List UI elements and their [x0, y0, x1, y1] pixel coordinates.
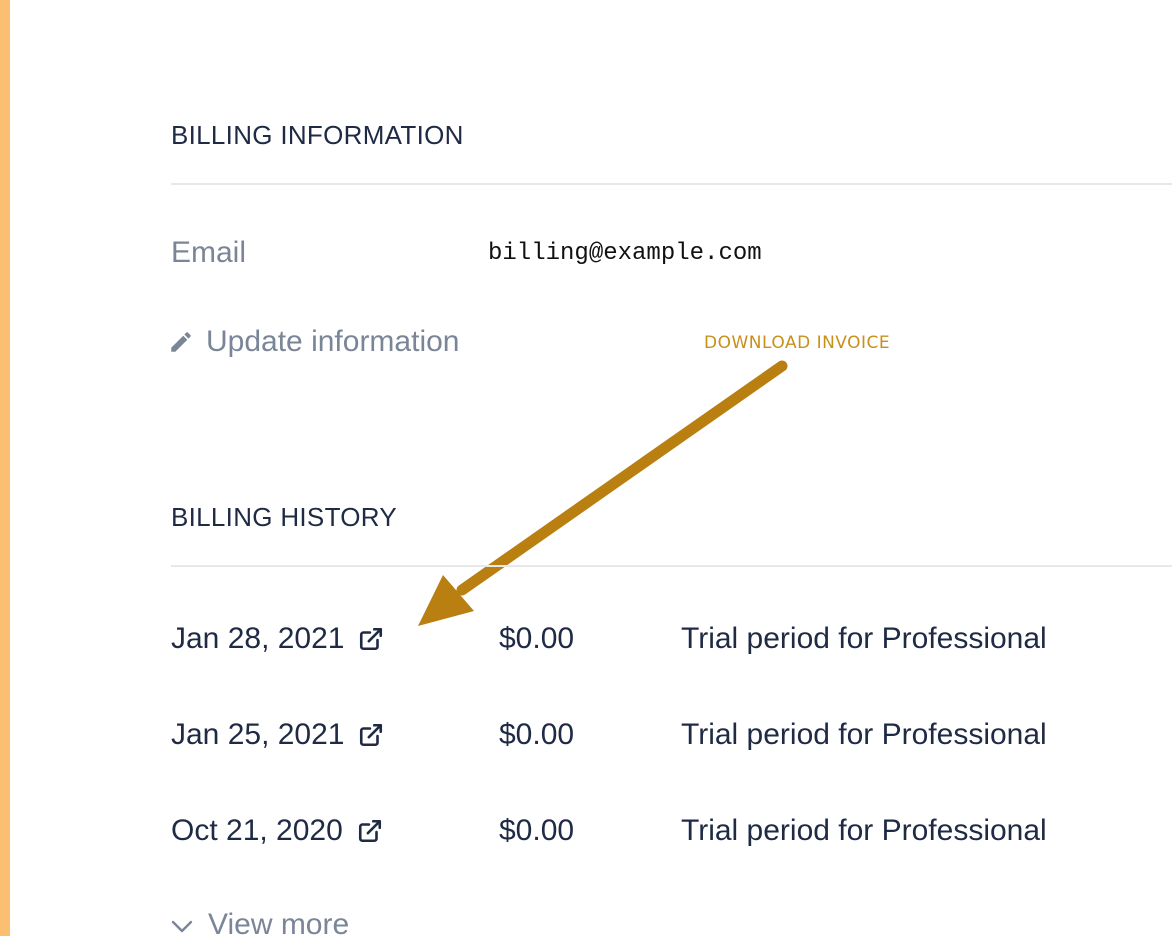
- external-link-icon[interactable]: [358, 722, 384, 748]
- update-information-label: Update information: [206, 325, 460, 358]
- invoice-amount: $0.00: [499, 622, 575, 655]
- divider: [171, 565, 1172, 567]
- table-row: Oct 21, 2020 $0.00 Trial period for Prof…: [171, 814, 1171, 854]
- invoice-description: Trial period for Professional: [681, 622, 1047, 655]
- left-accent-bar: [0, 0, 10, 936]
- invoice-description: Trial period for Professional: [681, 718, 1047, 751]
- billing-page: BILLING INFORMATION Email billing@exampl…: [0, 0, 1172, 936]
- invoice-date: Jan 25, 2021: [171, 718, 384, 752]
- external-link-icon[interactable]: [358, 626, 384, 652]
- annotation-label: DOWNLOAD INVOICE: [704, 333, 891, 353]
- email-value: billing@example.com: [488, 240, 762, 267]
- table-row: Jan 25, 2021 $0.00 Trial period for Prof…: [171, 718, 1171, 758]
- invoice-amount: $0.00: [499, 814, 575, 847]
- chevron-down-icon: [170, 908, 194, 936]
- invoice-date-label: Jan 25, 2021: [171, 718, 345, 751]
- invoice-date: Jan 28, 2021: [171, 622, 384, 656]
- invoice-amount: $0.00: [499, 718, 575, 751]
- billing-history-heading: BILLING HISTORY: [171, 502, 398, 532]
- table-row: Jan 28, 2021 $0.00 Trial period for Prof…: [171, 622, 1171, 662]
- view-more-button[interactable]: View more: [170, 908, 349, 936]
- pencil-icon: [168, 329, 194, 355]
- divider: [171, 183, 1172, 185]
- view-more-label: View more: [208, 908, 350, 936]
- invoice-date-label: Jan 28, 2021: [171, 622, 345, 655]
- invoice-date-label: Oct 21, 2020: [171, 814, 343, 847]
- invoice-description: Trial period for Professional: [681, 814, 1047, 847]
- update-information-link[interactable]: Update information: [168, 325, 459, 359]
- email-label: Email: [171, 236, 247, 269]
- external-link-icon[interactable]: [357, 818, 383, 844]
- invoice-date: Oct 21, 2020: [171, 814, 383, 848]
- billing-information-heading: BILLING INFORMATION: [171, 120, 464, 150]
